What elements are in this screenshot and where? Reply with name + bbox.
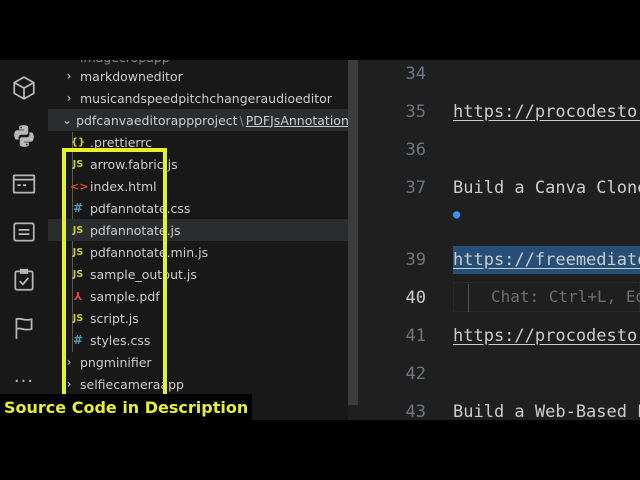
tree-item-label: .prettierrc [90,134,153,150]
line-number: 36 [405,140,426,160]
html-file-icon: <> [70,179,89,193]
line-number-active: 40 [405,288,426,308]
line-number: 35 [405,102,426,122]
code-line-url[interactable]: https://procodestore.com/ [453,326,640,346]
js-file-icon: JS [72,268,84,280]
chevron-right-icon: › [66,377,72,391]
python-icon[interactable] [10,122,38,150]
vscode-window: ... › imagecropapp › markdowneditor › mu… [0,60,640,420]
indent-guide [468,284,469,312]
chevron-right-icon: › [66,69,72,83]
line-number: 34 [405,64,426,84]
tree-file-pdfannotate-js[interactable]: JS pdfannotate.js [48,219,348,241]
path-separator: \ [239,112,244,128]
tree-file-styles-css[interactable]: # styles.css [48,329,348,351]
tree-item-label: pdfannotate.min.js [90,244,209,260]
tree-folder-pngminifier[interactable]: › pngminifier [48,351,348,373]
code-line-url[interactable]: https://procodestore.com/ [453,102,640,122]
line-number: 39 [405,250,426,270]
line-number: 37 [405,178,426,198]
chevron-right-icon: › [66,91,72,105]
tree-folder-selfiecameraapp[interactable]: › selfiecameraapp [48,373,348,395]
tree-file-script-js[interactable]: JS script.js [48,307,348,329]
tree-item-label: script.js [90,310,139,326]
line-number: 43 [405,402,426,420]
more-icon[interactable]: ... [10,362,38,390]
css-file-icon: # [72,201,84,215]
code-line-text[interactable]: Build a Canva Clone [453,178,640,198]
pdf-file-icon: ⅄ [73,289,83,303]
inline-chat-hint: Chat: Ctrl+L, Ed [491,287,640,306]
remote-explorer-icon[interactable] [10,218,38,246]
tree-item-label: markdowneditor [80,68,183,84]
chevron-right-icon: › [66,355,72,369]
explorer-sidebar: › imagecropapp › markdowneditor › musica… [48,60,348,420]
terminal-panel-icon[interactable] [10,170,38,198]
js-file-icon: JS [72,246,84,258]
tree-folder-pdfcanvaeditorappproject[interactable]: ⌄ pdfcanvaeditorappproject \ PDFJsAnnota… [48,109,348,131]
tree-file-pdfannotate-css[interactable]: # pdfannotate.css [48,197,348,219]
tree-item-label: pdfannotate.css [90,200,191,216]
js-file-icon: JS [72,224,84,236]
tree-file-sample-pdf[interactable]: ⅄ sample.pdf [48,285,348,307]
tree-item-label: selfiecameraapp [80,376,184,392]
sidebar-scrollbar[interactable] [348,60,358,405]
tree-folder-musicandspeedpitchchangeraudioeditor[interactable]: › musicandspeedpitchchangeraudioeditor [48,87,348,109]
line-number: 42 [405,364,426,384]
extensions-icon[interactable] [10,74,38,102]
caption-banner: Source Code in Description [0,394,253,422]
code-line-text[interactable]: Build a Web-Based PDF [453,402,640,420]
tree-item-label: pdfcanvaeditorappproject [76,112,238,128]
tree-file-prettierrc[interactable]: {} .prettierrc [48,131,348,153]
tree-item-label: sample.pdf [90,288,160,304]
tree-item-path-tail: PDFJsAnnotations-... [245,112,348,128]
line-number: 41 [405,326,426,346]
tree-item-label: index.html [90,178,157,194]
js-file-icon: JS [72,158,84,170]
bookmark-flag-icon[interactable] [10,314,38,342]
tree-file-pdfannotate-min-js[interactable]: JS pdfannotate.min.js [48,241,348,263]
activity-bar: ... [0,60,49,420]
tree-item-label: styles.css [90,332,151,348]
tree-folder-markdowneditor[interactable]: › markdowneditor [48,65,348,87]
tree-item-label: pngminifier [80,354,152,370]
code-line-url-selected[interactable]: https://freemediatools.com/ [453,250,640,270]
tree-file-sample-output-js[interactable]: JS sample_output.js [48,263,348,285]
tree-file-arrow-fabric-js[interactable]: JS arrow.fabric.js [48,153,348,175]
tree-file-index-html[interactable]: <> index.html [48,175,348,197]
tree-item-label: pdfannotate.js [90,222,181,238]
js-file-icon: JS [72,312,84,324]
chevron-down-icon: ⌄ [62,113,73,127]
css-file-icon: # [72,333,84,347]
tree-item-label: musicandspeedpitchchangeraudioeditor [80,90,332,106]
tree-item-label: arrow.fabric.js [90,156,178,172]
code-editor[interactable]: 34 35 https://procodestore.com/ 36 37 Bu… [358,60,640,420]
lightbulb-icon[interactable]: ● [453,207,460,221]
chevron-right-icon: › [66,60,80,64]
json-file-icon: {} [70,136,86,148]
tree-item-label: sample_output.js [90,266,197,282]
testing-icon[interactable] [10,266,38,294]
